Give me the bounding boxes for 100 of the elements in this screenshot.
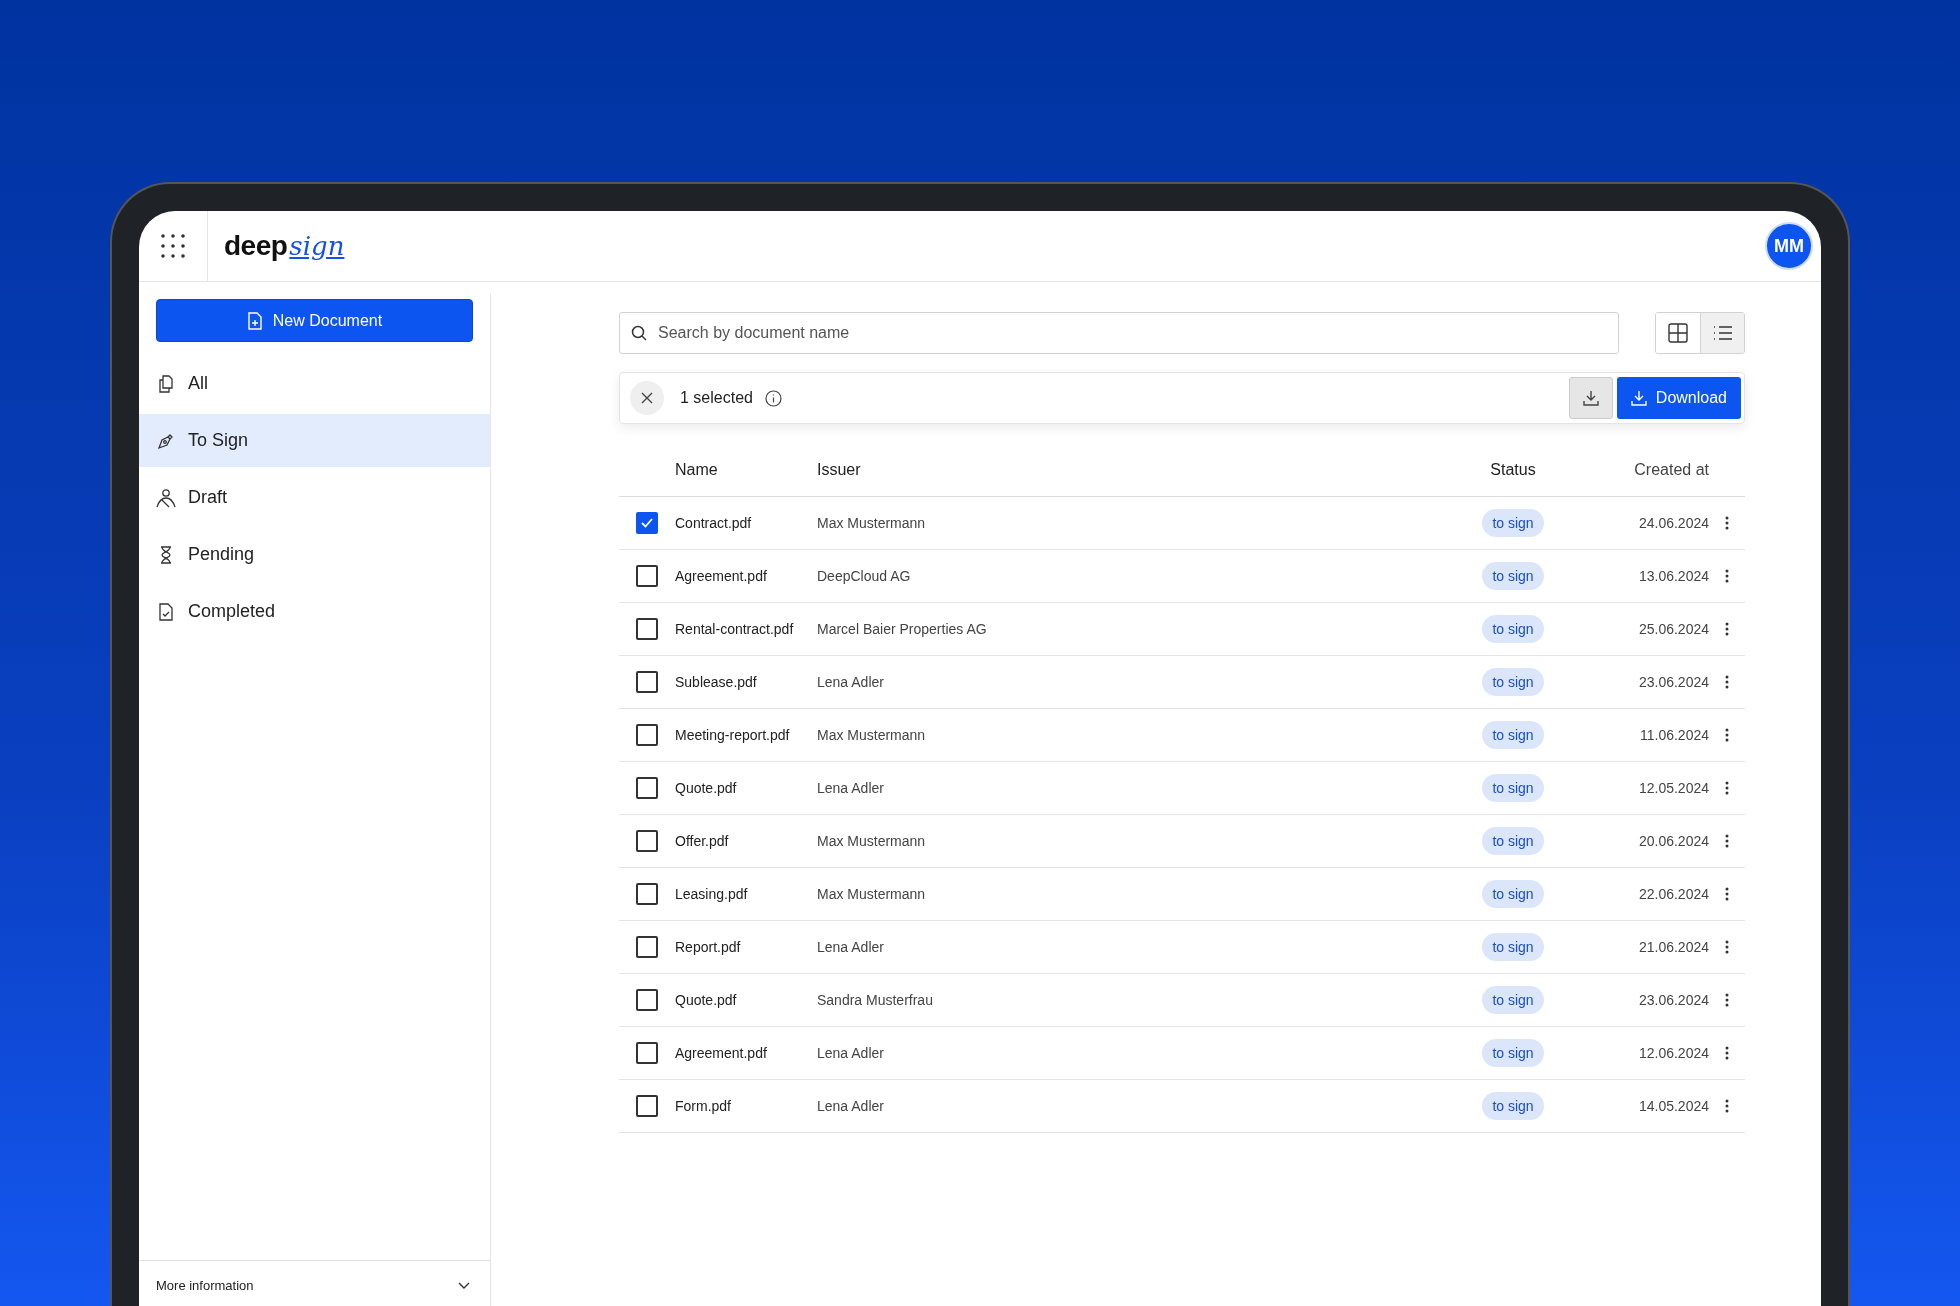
row-checkbox[interactable] — [636, 777, 658, 799]
column-header: Status — [1489, 461, 1537, 479]
created-date: 22.06.2024 — [1637, 886, 1709, 902]
created-date: 11.06.2024 — [1638, 727, 1709, 743]
created-date: 23.06.2024 — [1637, 674, 1709, 690]
status-badge: to sign — [1482, 509, 1544, 537]
document-name[interactable]: Leasing.pdf — [675, 886, 817, 902]
chevron-icon[interactable] — [458, 1281, 470, 1290]
status-badge: to sign — [1482, 1039, 1544, 1067]
download-icon — [1582, 390, 1599, 406]
status-badge: to sign — [1482, 721, 1544, 749]
sidebar-item[interactable]: Completed — [139, 585, 490, 638]
sidebar-item[interactable]: Pending — [139, 528, 490, 581]
sidebar-item[interactable]: Draft — [139, 471, 490, 524]
search-icon — [631, 325, 647, 341]
document-name[interactable]: Form.pdf — [675, 1098, 817, 1114]
more-options-icon[interactable] — [1725, 1046, 1729, 1060]
more-options-icon[interactable] — [1725, 516, 1729, 530]
more-options-icon[interactable] — [1725, 940, 1729, 954]
documents-icon — [156, 374, 176, 393]
list-view-button[interactable] — [1700, 313, 1744, 353]
more-options-icon[interactable] — [1725, 834, 1729, 848]
status-badge: to sign — [1482, 880, 1544, 908]
row-checkbox[interactable] — [636, 1095, 658, 1117]
selected-count: 1 selected — [680, 389, 753, 407]
row-checkbox[interactable] — [636, 671, 658, 693]
document-name[interactable]: Quote.pdf — [675, 780, 817, 796]
document-name[interactable]: Report.pdf — [675, 939, 817, 955]
column-header: Created at — [1633, 461, 1709, 479]
status-badge: to sign — [1482, 827, 1544, 855]
status-badge: to sign — [1482, 1092, 1544, 1120]
more-information-label[interactable]: More information — [156, 1278, 254, 1293]
created-date: 23.06.2024 — [1637, 992, 1709, 1008]
document-name[interactable]: Quote.pdf — [675, 992, 817, 1008]
row-checkbox[interactable] — [636, 1042, 658, 1064]
created-date: 13.06.2024 — [1637, 568, 1709, 584]
issuer-name: Max Mustermann — [817, 515, 927, 531]
app-logo: deepsign — [224, 230, 345, 262]
user-avatar[interactable]: MM — [1765, 222, 1813, 270]
document-name[interactable]: Offer.pdf — [675, 833, 817, 849]
row-checkbox[interactable] — [636, 512, 658, 534]
more-options-icon[interactable] — [1725, 887, 1729, 901]
row-checkbox[interactable] — [636, 830, 658, 852]
list-icon — [1712, 325, 1733, 341]
search-field[interactable]: Search by document name — [619, 312, 1619, 354]
sidebar-item[interactable]: All — [139, 357, 490, 410]
download-icon — [1630, 390, 1647, 406]
column-header: Issuer — [817, 461, 862, 479]
download-button[interactable]: Download — [1616, 377, 1741, 419]
row-checkbox[interactable] — [636, 565, 658, 587]
new-document-button[interactable]: New Document — [156, 299, 473, 342]
issuer-name: Sandra Musterfrau — [817, 992, 934, 1008]
check-icon — [641, 518, 653, 528]
more-options-icon[interactable] — [1725, 781, 1729, 795]
issuer-name: Max Mustermann — [817, 833, 927, 849]
created-date: 12.05.2024 — [1637, 780, 1709, 796]
created-date: 20.06.2024 — [1637, 833, 1709, 849]
created-date: 24.06.2024 — [1637, 515, 1709, 531]
grid-icon — [1668, 323, 1688, 343]
row-checkbox[interactable] — [636, 883, 658, 905]
new-document-icon — [246, 311, 263, 330]
issuer-name: Lena Adler — [817, 674, 885, 690]
issuer-name: DeepCloud AG — [817, 568, 912, 584]
row-checkbox[interactable] — [636, 989, 658, 1011]
issuer-name: Max Mustermann — [817, 727, 927, 743]
status-badge: to sign — [1482, 668, 1544, 696]
status-badge: to sign — [1482, 562, 1544, 590]
issuer-name: Lena Adler — [817, 939, 885, 955]
more-options-icon[interactable] — [1725, 728, 1729, 742]
more-options-icon[interactable] — [1725, 993, 1729, 1007]
info-icon[interactable] — [764, 389, 782, 407]
created-date: 21.06.2024 — [1637, 939, 1709, 955]
created-date: 12.06.2024 — [1637, 1045, 1709, 1061]
issuer-name: Lena Adler — [817, 1045, 885, 1061]
row-checkbox[interactable] — [636, 724, 658, 746]
document-name[interactable]: Sublease.pdf — [675, 674, 817, 690]
download-icon-button[interactable] — [1568, 377, 1613, 419]
status-badge: to sign — [1482, 933, 1544, 961]
document-name[interactable]: Contract.pdf — [675, 515, 817, 531]
clear-selection-button[interactable] — [630, 381, 664, 415]
row-checkbox[interactable] — [636, 618, 658, 640]
document-name[interactable]: Agreement.pdf — [675, 568, 817, 584]
more-options-icon[interactable] — [1725, 569, 1729, 583]
sidebar-item[interactable]: To Sign — [139, 414, 490, 467]
document-name[interactable]: Meeting-report.pdf — [675, 727, 817, 743]
more-options-icon[interactable] — [1725, 675, 1729, 689]
document-name[interactable]: Rental-contract.pdf — [675, 621, 817, 637]
more-options-icon[interactable] — [1725, 622, 1729, 636]
issuer-name: Lena Adler — [817, 780, 885, 796]
column-header: Name — [675, 461, 719, 479]
document-name[interactable]: Agreement.pdf — [675, 1045, 817, 1061]
issuer-name: Max Mustermann — [817, 886, 927, 902]
more-options-icon[interactable] — [1725, 1099, 1729, 1113]
issuer-name: Lena Adler — [817, 1098, 885, 1114]
app-grid-icon[interactable] — [160, 233, 186, 259]
created-date: 14.05.2024 — [1637, 1098, 1709, 1114]
row-checkbox[interactable] — [636, 936, 658, 958]
created-date: 25.06.2024 — [1637, 621, 1709, 637]
person-icon — [156, 487, 176, 508]
status-badge: to sign — [1482, 986, 1544, 1014]
